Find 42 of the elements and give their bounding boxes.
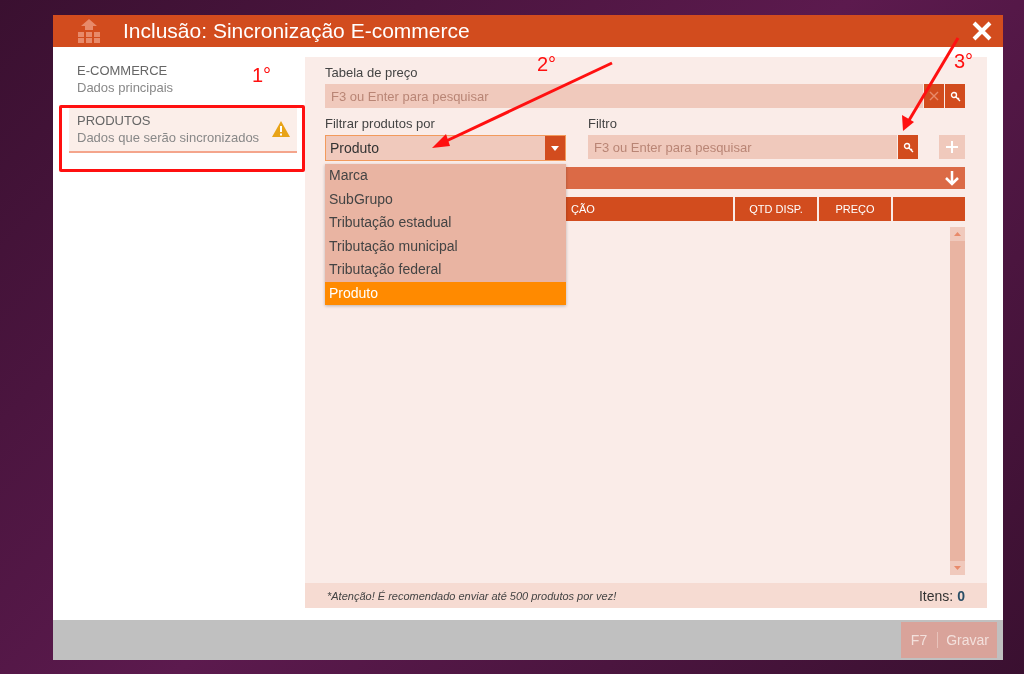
close-button[interactable] bbox=[971, 20, 993, 42]
price-table-field[interactable]: F3 ou Enter para pesquisar bbox=[325, 84, 923, 108]
down-arrow-icon bbox=[945, 170, 959, 186]
dropdown-option[interactable]: Tributação federal bbox=[325, 258, 566, 282]
search-icon bbox=[902, 141, 914, 153]
item-count-label: Itens: bbox=[918, 587, 954, 604]
dropdown-option[interactable]: Tributação municipal bbox=[325, 234, 566, 258]
field-label: Filtro bbox=[588, 116, 618, 131]
warning-icon bbox=[271, 120, 291, 138]
column-header: PREÇO bbox=[819, 197, 891, 221]
window-title: Inclusão: Sincronização E-commerce bbox=[123, 19, 471, 43]
filter-field[interactable]: F3 ou Enter para pesquisar bbox=[588, 135, 897, 159]
column-header: QTD DISP. bbox=[735, 197, 817, 221]
dropdown-option[interactable]: Marca bbox=[325, 164, 566, 188]
sidebar-item[interactable]: E-COMMERCE Dados principais bbox=[69, 57, 180, 101]
item-count: 0 bbox=[957, 587, 965, 604]
search-button[interactable] bbox=[898, 135, 918, 159]
column-header bbox=[893, 197, 965, 221]
plus-icon bbox=[946, 141, 958, 153]
clear-button[interactable] bbox=[924, 84, 944, 108]
annotation-label: 1° bbox=[252, 64, 272, 87]
sidebar-item[interactable]: PRODUTOS Dados que serão sincronizados bbox=[69, 107, 297, 153]
sidebar-item-subtitle: Dados que serão sincronizados bbox=[77, 130, 260, 145]
filter-dropdown[interactable]: Produto bbox=[325, 135, 566, 161]
annotation-label: 3° bbox=[954, 50, 974, 73]
add-button[interactable] bbox=[939, 135, 965, 159]
up-arrow-icon bbox=[954, 232, 961, 236]
sidebar-item-subtitle: Dados principais bbox=[77, 80, 174, 95]
scrollbar[interactable] bbox=[950, 227, 965, 575]
search-button[interactable] bbox=[945, 84, 965, 108]
down-arrow-icon bbox=[954, 566, 961, 570]
close-icon bbox=[929, 91, 939, 101]
field-label: Tabela de preço bbox=[325, 65, 419, 80]
sidebar-item-title: E-COMMERCE bbox=[77, 63, 168, 78]
field-label: Filtrar produtos por bbox=[325, 116, 436, 131]
boxes-upload-icon bbox=[77, 18, 101, 44]
annotation-label: 2° bbox=[537, 53, 557, 76]
sidebar-item-title: PRODUTOS bbox=[77, 113, 151, 128]
close-icon bbox=[971, 20, 993, 42]
warning-note: *Atenção! É recomendado enviar até 500 produtos por vez! bbox=[327, 589, 617, 602]
caret-icon bbox=[551, 145, 559, 151]
search-icon bbox=[949, 90, 961, 102]
